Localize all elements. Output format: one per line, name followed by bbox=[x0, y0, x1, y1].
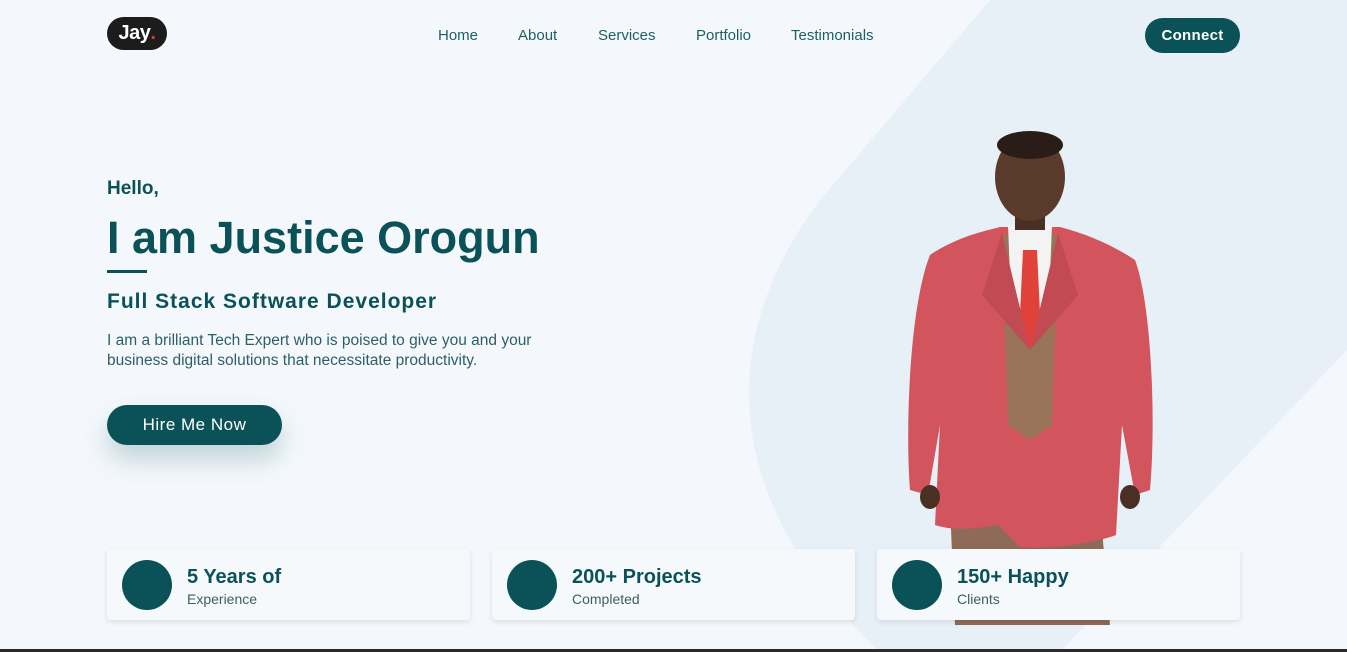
stat-title: 150+ Happy bbox=[957, 566, 1069, 588]
hire-me-button[interactable]: Hire Me Now bbox=[107, 405, 282, 445]
nav-testimonials[interactable]: Testimonials bbox=[791, 27, 874, 44]
page-title: I am Justice Orogun bbox=[107, 212, 540, 263]
nav-home[interactable]: Home bbox=[438, 27, 478, 44]
logo-dot: . bbox=[150, 22, 156, 44]
nav-services[interactable]: Services bbox=[598, 27, 656, 44]
nav-about[interactable]: About bbox=[518, 27, 557, 44]
stat-subtitle: Experience bbox=[187, 591, 258, 607]
logo[interactable]: Jay. bbox=[107, 17, 167, 50]
stat-card-clients: 150+ Happy Clients bbox=[877, 549, 1240, 620]
logo-text: Jay bbox=[118, 22, 151, 44]
greeting: Hello, bbox=[107, 178, 159, 199]
landing-page: Jay. Home About Services Portfolio Testi… bbox=[0, 0, 1347, 652]
nav-portfolio[interactable]: Portfolio bbox=[696, 27, 751, 44]
job-role: Full Stack Software Developer bbox=[107, 290, 438, 313]
stat-icon-circle bbox=[122, 560, 172, 610]
stat-title: 200+ Projects bbox=[572, 566, 702, 588]
intro-text: I am a brilliant Tech Expert who is pois… bbox=[107, 332, 532, 369]
connect-button[interactable]: Connect bbox=[1145, 18, 1240, 53]
stat-subtitle: Completed bbox=[572, 591, 640, 607]
stat-card-experience: 5 Years of Experience bbox=[107, 549, 470, 620]
stat-icon-circle bbox=[507, 560, 557, 610]
stat-icon-circle bbox=[892, 560, 942, 610]
stat-card-projects: 200+ Projects Completed bbox=[492, 549, 855, 620]
title-underline bbox=[107, 270, 147, 273]
stat-subtitle: Clients bbox=[957, 591, 1000, 607]
stat-title: 5 Years of bbox=[187, 566, 282, 588]
